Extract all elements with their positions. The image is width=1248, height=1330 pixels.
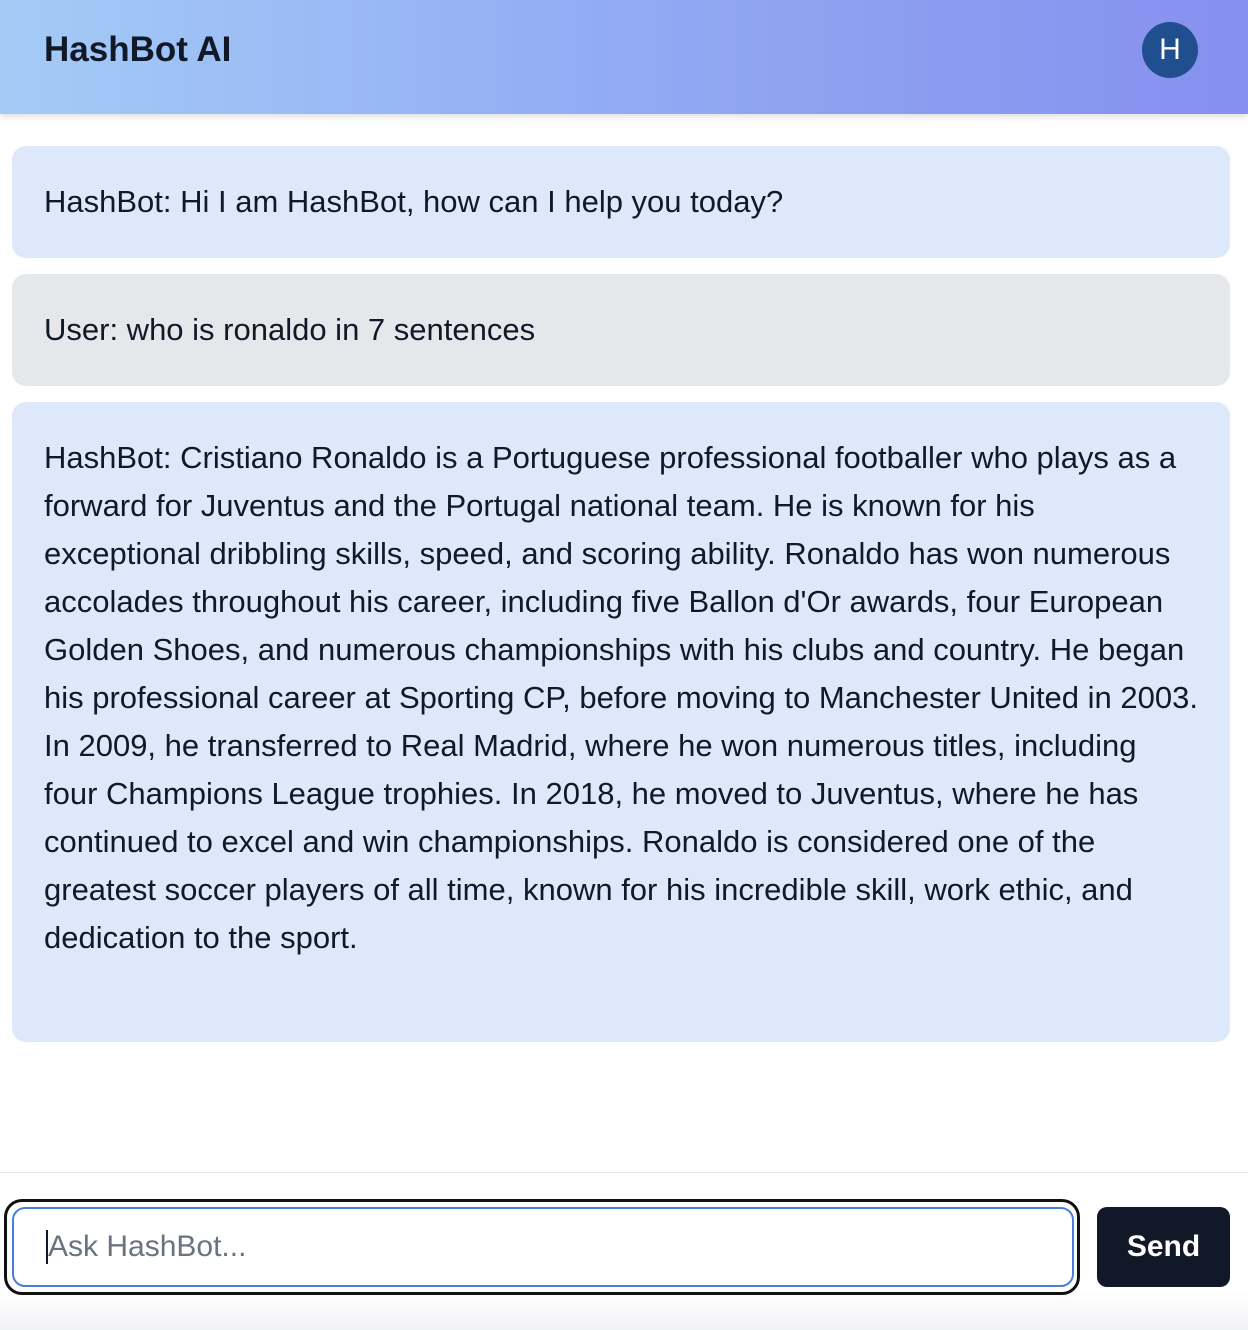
bot-message: HashBot: Hi I am HashBot, how can I help… bbox=[12, 146, 1230, 258]
user-message: User: who is ronaldo in 7 sentences bbox=[12, 274, 1230, 386]
send-button[interactable]: Send bbox=[1097, 1207, 1230, 1287]
text-cursor bbox=[46, 1230, 48, 1264]
app-title: HashBot AI bbox=[44, 30, 232, 69]
message-list: HashBot: Hi I am HashBot, how can I help… bbox=[12, 146, 1230, 1058]
app-header: HashBot AI H bbox=[0, 0, 1248, 114]
composer-bar: Send bbox=[0, 1172, 1248, 1330]
user-avatar[interactable]: H bbox=[1142, 22, 1198, 78]
ask-input[interactable] bbox=[12, 1207, 1074, 1287]
bot-message: HashBot: Cristiano Ronaldo is a Portugue… bbox=[12, 402, 1230, 1042]
chat-app: HashBot AI H HashBot: Hi I am HashBot, h… bbox=[0, 0, 1248, 1330]
